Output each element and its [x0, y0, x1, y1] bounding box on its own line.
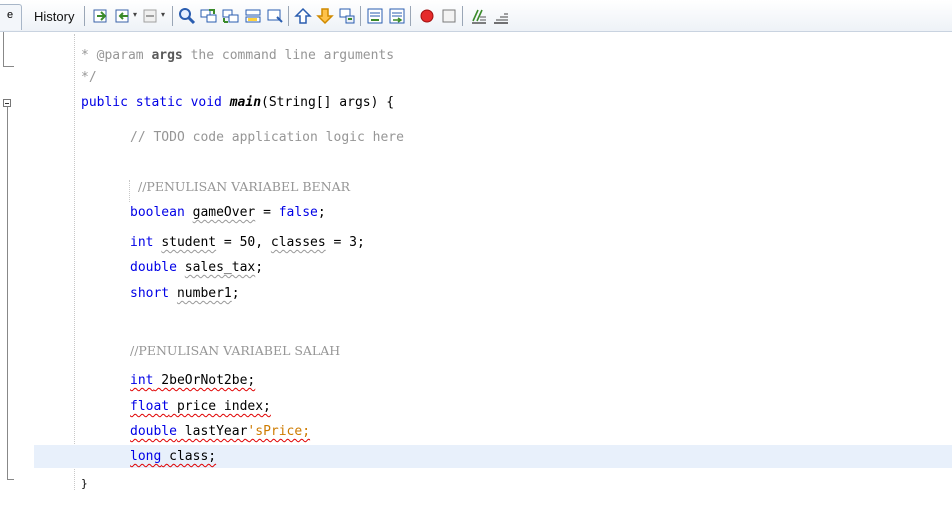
tab-history[interactable]: History — [28, 5, 80, 29]
uncomment-icon[interactable] — [492, 7, 510, 25]
tab-source-label: e — [7, 9, 14, 21]
string-literal: 'sPrice; — [247, 424, 311, 439]
code-text: ; — [255, 260, 264, 275]
comment-text: the command line arguments — [182, 48, 395, 63]
code-line[interactable]: } — [0, 472, 952, 495]
code-text: = 50, — [216, 235, 271, 250]
code-text: (String[] args) { — [261, 95, 395, 110]
code-text: 2beOrNot2be; — [153, 373, 256, 388]
keyword: boolean — [130, 205, 193, 220]
keyword: double — [130, 424, 177, 439]
comment-icon[interactable] — [470, 7, 488, 25]
toolbar-separator — [410, 6, 411, 26]
code-line[interactable]: short number1; — [0, 282, 952, 305]
find-next-icon[interactable] — [222, 7, 240, 25]
back-dropdown-icon[interactable]: ▾ — [133, 11, 139, 19]
back-icon[interactable] — [114, 7, 132, 25]
keyword: long — [130, 449, 162, 464]
code-line[interactable]: double sales_tax; — [0, 256, 952, 279]
editor-toolbar: e History ▾ ▾ — [0, 0, 952, 32]
code-line[interactable]: */ — [0, 66, 952, 89]
toolbar-separator — [462, 6, 463, 26]
variable-name: gameOver — [192, 205, 256, 220]
comment-text: // TODO code application logic here — [130, 130, 404, 145]
code-line[interactable]: public static void main(String[] args) { — [0, 91, 952, 114]
comment-text: */ — [81, 70, 97, 85]
code-line[interactable]: int student = 50, classes = 3; — [0, 231, 952, 254]
comment-text: //PENULISAN VARIABEL BENAR — [138, 179, 351, 194]
variable-name: student — [161, 235, 217, 250]
method-name: main — [229, 95, 262, 110]
find-selection-icon[interactable] — [178, 7, 196, 25]
keyword: double — [130, 260, 185, 275]
code-line[interactable]: * @param args the command line arguments — [0, 44, 952, 67]
shift-left-icon[interactable] — [294, 7, 312, 25]
previous-bookmark-icon[interactable] — [366, 7, 384, 25]
find-previous-icon[interactable] — [200, 7, 218, 25]
tab-source[interactable]: e — [0, 4, 22, 30]
variable-name: number1 — [176, 286, 232, 301]
code-text: ; — [231, 286, 240, 301]
toggle-bookmark-icon[interactable] — [338, 7, 356, 25]
last-edit-icon[interactable] — [92, 7, 110, 25]
comment-text: //PENULISAN VARIABEL SALAH — [130, 343, 341, 358]
javadoc-param-name: args — [151, 48, 183, 63]
closing-brace: } — [81, 477, 88, 490]
keyword: int — [130, 373, 154, 388]
keyword: float — [130, 399, 170, 414]
code-line[interactable]: int 2beOrNot2be; — [0, 369, 952, 392]
code-line[interactable]: //PENULISAN VARIABEL SALAH — [0, 339, 952, 362]
variable-name: sales_tax — [184, 260, 256, 275]
toolbar-separator — [172, 6, 173, 26]
keyword: public static void — [81, 95, 230, 110]
stop-macro-icon[interactable] — [440, 7, 458, 25]
toolbar-separator — [288, 6, 289, 26]
code-line[interactable]: double lastYear'sPrice; — [0, 420, 952, 443]
current-code-line[interactable]: long class; — [34, 445, 952, 468]
code-line[interactable]: boolean gameOver = false; — [0, 201, 952, 224]
code-text: price index; — [169, 399, 271, 414]
comment-text: * @param — [81, 48, 152, 63]
forward-icon[interactable] — [142, 7, 160, 25]
code-text: = — [255, 205, 279, 220]
code-line[interactable]: float price index; — [0, 395, 952, 418]
code-text: ; — [317, 205, 326, 220]
toolbar-separator — [360, 6, 361, 26]
forward-dropdown-icon[interactable]: ▾ — [161, 11, 167, 19]
variable-name: classes — [270, 235, 326, 250]
code-text: class; — [161, 449, 217, 464]
toggle-highlight-icon[interactable] — [244, 7, 262, 25]
code-text: = 3; — [325, 235, 365, 250]
keyword: int — [130, 235, 162, 250]
toggle-rect-select-icon[interactable] — [266, 7, 284, 25]
code-text: lastYear — [176, 424, 248, 439]
code-line[interactable]: // TODO code application logic here — [0, 126, 952, 149]
shift-right-icon[interactable] — [316, 7, 334, 25]
code-line[interactable]: //PENULISAN VARIABEL BENAR — [0, 175, 952, 198]
start-macro-icon[interactable] — [418, 7, 436, 25]
keyword: short — [130, 286, 177, 301]
toolbar-separator — [84, 6, 85, 26]
keyword: false — [278, 205, 318, 220]
next-bookmark-icon[interactable] — [388, 7, 406, 25]
